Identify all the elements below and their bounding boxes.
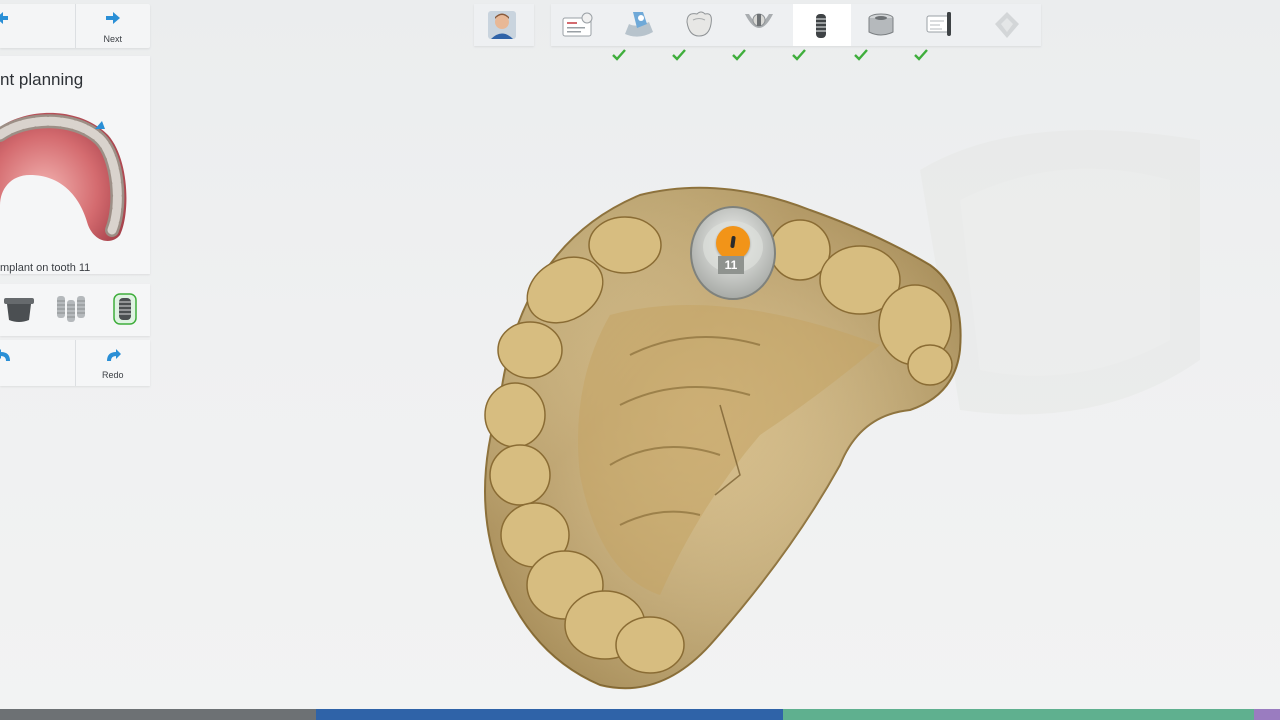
undo-button[interactable]: o [0,340,75,386]
taskbar-segment [316,709,783,720]
step-export[interactable] [979,4,1037,46]
redo-icon [105,349,121,365]
step-jaw-segment[interactable] [731,4,806,61]
workflow-steps [551,4,1041,61]
step-scan[interactable] [611,4,686,61]
tooth-number-label: 11 [718,256,744,274]
previous-label: k [0,34,33,44]
step-sleeve[interactable] [853,4,928,61]
jaw-model-3d[interactable] [460,175,970,705]
view-direction-icon [95,121,105,129]
implant-icon [108,293,142,330]
redo-label: Redo [101,370,124,380]
step-drill[interactable] [913,4,971,46]
abutment-icon [2,298,36,330]
jaw-overview-thumbnail[interactable] [0,105,140,260]
implant-axis-icon [730,235,736,249]
undo-label: o [0,370,33,380]
wizard-nav: k Next [0,4,150,48]
step-patient[interactable] [474,4,532,46]
abutment-tool[interactable] [2,292,36,326]
panel-title: nt planning [0,70,84,89]
implant-tools [0,284,150,336]
next-button[interactable]: Next [74,4,151,48]
implant-tool[interactable] [108,292,142,326]
taskbar-segment [783,709,1254,720]
arrow-left-icon [0,12,8,26]
implant-position-marker[interactable] [716,226,750,260]
step-order-form[interactable] [551,4,626,61]
undo-icon [0,349,12,365]
implant-library-icon [54,296,88,330]
next-label: Next [103,34,122,44]
taskbar-strip [0,709,1280,720]
implant-library-tool[interactable] [54,292,88,326]
arrow-right-icon [105,12,120,26]
implant-caption: mplant on tooth 11 [0,262,91,274]
patient-step-group [474,4,534,46]
step-implant-planning[interactable] [793,4,868,61]
taskbar-segment [1254,709,1280,720]
previous-button[interactable]: k [0,4,75,48]
redo-button[interactable]: Redo [74,340,151,386]
step-crown[interactable] [671,4,746,61]
taskbar-segment [0,709,316,720]
history-controls: o Redo [0,340,150,386]
